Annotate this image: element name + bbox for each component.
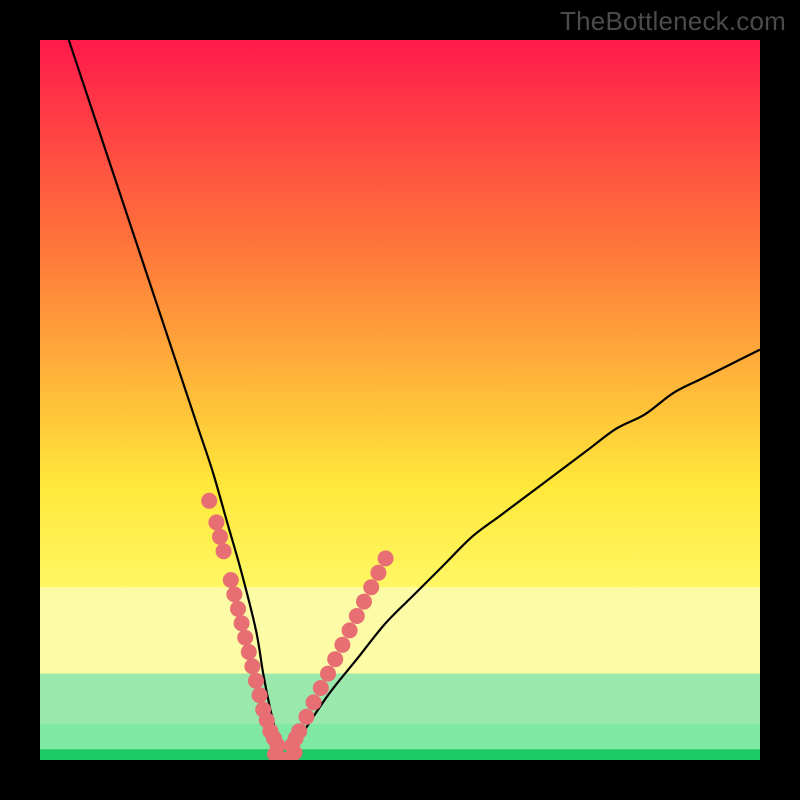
data-dot	[248, 673, 264, 689]
data-dot	[363, 579, 379, 595]
data-dot	[289, 746, 303, 760]
data-dot	[342, 622, 358, 638]
data-dot	[378, 550, 394, 566]
data-dot	[237, 630, 253, 646]
data-dot	[208, 514, 224, 530]
data-dot	[216, 543, 232, 559]
data-dot	[223, 572, 239, 588]
data-dot	[234, 615, 250, 631]
data-dot	[327, 651, 343, 667]
plot-area	[40, 40, 760, 760]
data-dot	[356, 594, 372, 610]
data-dot	[241, 644, 257, 660]
data-dot	[212, 529, 228, 545]
data-dot	[306, 694, 322, 710]
data-dot	[320, 666, 336, 682]
data-dot	[334, 637, 350, 653]
chart-frame: TheBottleneck.com	[0, 0, 800, 800]
data-dot	[313, 680, 329, 696]
data-dot	[230, 601, 246, 617]
watermark-text: TheBottleneck.com	[560, 6, 786, 37]
left-arm-dots	[201, 493, 285, 754]
right-arm-dots	[284, 550, 394, 753]
data-dot	[244, 658, 260, 674]
data-dot	[226, 586, 242, 602]
bottleneck-curve	[69, 40, 760, 760]
data-dot	[252, 687, 268, 703]
data-dot	[370, 565, 386, 581]
curve-layer	[40, 40, 760, 760]
data-dot	[349, 608, 365, 624]
data-dot	[201, 493, 217, 509]
data-dot	[298, 709, 314, 725]
data-dot	[291, 723, 307, 739]
